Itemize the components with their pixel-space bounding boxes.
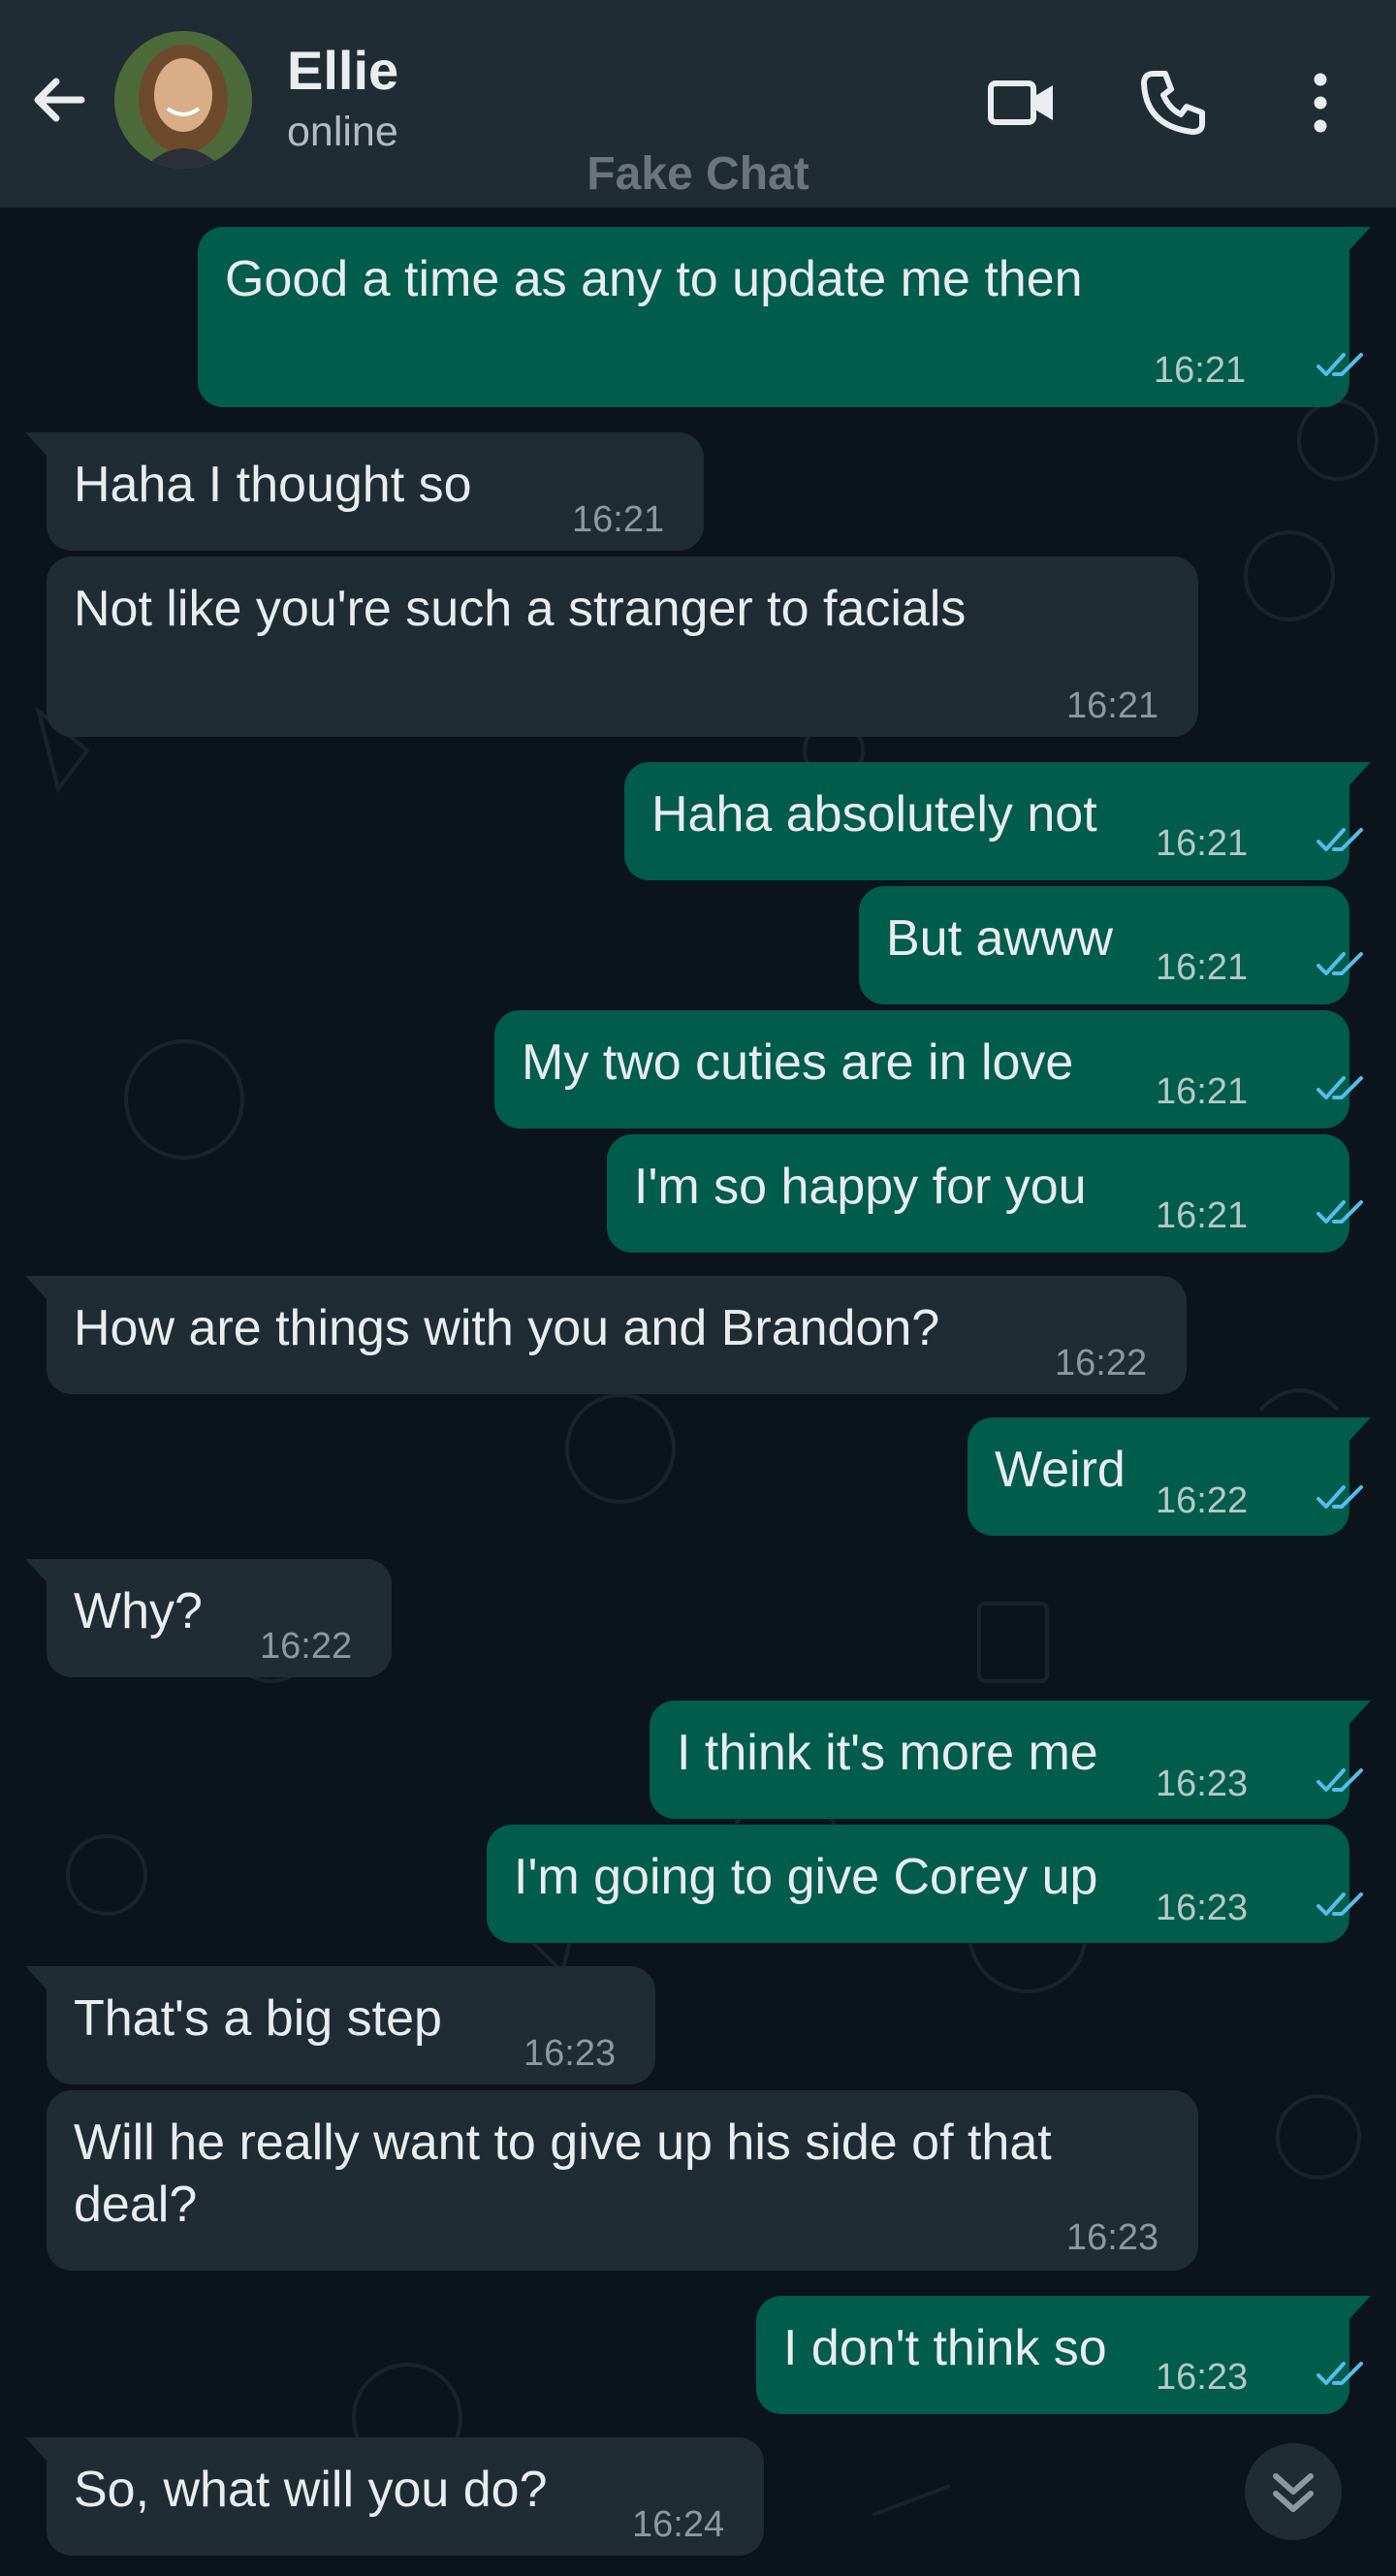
message-timestamp: 16:24	[632, 2504, 725, 2545]
outgoing-message-bubble[interactable]: I'm going to give Corey up 16:23	[487, 1825, 1363, 1943]
double-check-icon	[1317, 2362, 1363, 2385]
outgoing-message-bubble[interactable]: I think it's more me 16:23	[650, 1701, 1371, 1819]
outgoing-message-bubble[interactable]: Good a time as any to update me then 16:2…	[198, 227, 1371, 407]
message-text: Will he really want to give up his side …	[74, 2115, 1052, 2171]
outgoing-message-bubble[interactable]: But awww 16:21	[859, 886, 1363, 1004]
bubble-tail	[1348, 1701, 1371, 1726]
bubble-tail	[25, 432, 48, 458]
message-text: I'm going to give Corey up	[514, 1849, 1098, 1905]
message-timestamp: 16:21	[1154, 350, 1247, 391]
message-text: That's a big step	[74, 1990, 442, 2047]
message-text: deal?	[74, 2177, 198, 2233]
incoming-message-bubble[interactable]: How are things with you and Brandon? 16:2…	[25, 1276, 1187, 1394]
incoming-message-bubble[interactable]: Not like you're such a stranger to facia…	[47, 557, 1198, 737]
message-text: Haha I thought so	[74, 457, 472, 513]
contact-name[interactable]: Ellie	[287, 39, 398, 102]
message-timestamp: 16:21	[1156, 823, 1249, 864]
message-text: Good a time as any to update me then	[225, 251, 1083, 307]
message-timestamp: 16:21	[1156, 947, 1249, 988]
incoming-message-bubble[interactable]: That's a big step 16:23	[25, 1966, 655, 2084]
message-timestamp: 16:23	[1156, 2357, 1249, 2398]
incoming-message-bubble[interactable]: Haha I thought so 16:21	[25, 432, 704, 551]
message-timestamp: 16:21	[1156, 1195, 1249, 1236]
outgoing-message-bubble[interactable]: I don't think so 16:23	[756, 2296, 1371, 2414]
message-text: My two cuties are in love	[522, 1034, 1074, 1091]
message-text: But awww	[886, 910, 1114, 967]
bubble-tail	[25, 1966, 48, 1991]
bubble-tail	[1348, 1417, 1371, 1443]
message-timestamp: 16:21	[1066, 685, 1159, 726]
bubble-tail	[1348, 762, 1371, 787]
message-text: I think it's more me	[677, 1725, 1098, 1781]
bubble-tail	[25, 1559, 48, 1584]
message-timestamp: 16:23	[1066, 2217, 1159, 2258]
bubble-tail	[1348, 227, 1371, 252]
voice-call-icon[interactable]	[1134, 64, 1212, 142]
message-timestamp: 16:22	[260, 1626, 353, 1667]
double-check-icon	[1317, 1768, 1363, 1792]
double-check-icon	[1317, 952, 1363, 975]
message-text: I'm so happy for you	[634, 1159, 1087, 1215]
message-text: I don't think so	[783, 2320, 1107, 2376]
incoming-message-bubble[interactable]: Will he really want to give up his side …	[47, 2090, 1198, 2271]
bubble-tail	[25, 2437, 48, 2463]
bubble-tail	[25, 1276, 48, 1301]
message-timestamp: 16:22	[1156, 1480, 1249, 1521]
back-arrow-icon[interactable]	[25, 66, 93, 134]
message-text: Why?	[74, 1583, 203, 1639]
watermark-label: Fake Chat	[587, 148, 809, 200]
video-call-icon[interactable]	[983, 64, 1061, 142]
message-text: Not like you're such a stranger to facia…	[74, 581, 967, 637]
message-timestamp: 16:23	[1156, 1764, 1249, 1804]
double-check-icon	[1317, 1200, 1363, 1224]
outgoing-message-bubble[interactable]: My two cuties are in love 16:21	[494, 1010, 1363, 1129]
double-check-icon	[1317, 1076, 1363, 1099]
message-text: How are things with you and Brandon?	[74, 1300, 940, 1356]
message-text: Haha absolutely not	[651, 786, 1097, 843]
more-options-icon[interactable]	[1282, 64, 1359, 142]
message-timestamp: 16:21	[1156, 1071, 1249, 1112]
message-text: So, what will you do?	[74, 2462, 548, 2518]
double-chevron-down-icon	[1273, 2473, 1314, 2512]
message-timestamp: 16:23	[1156, 1888, 1249, 1928]
double-check-icon	[1317, 1892, 1363, 1916]
outgoing-message-bubble[interactable]: Weird 16:22	[968, 1417, 1371, 1536]
incoming-message-bubble[interactable]: So, what will you do? 16:24	[25, 2437, 764, 2556]
outgoing-message-bubble[interactable]: I'm so happy for you 16:21	[607, 1134, 1363, 1253]
message-timestamp: 16:23	[524, 2033, 617, 2074]
double-check-icon	[1317, 828, 1363, 851]
outgoing-message-bubble[interactable]: Haha absolutely not 16:21	[624, 762, 1371, 880]
message-text: Weird	[995, 1442, 1126, 1498]
double-check-icon	[1317, 1485, 1363, 1509]
double-check-icon	[1317, 353, 1363, 376]
message-timestamp: 16:21	[572, 499, 665, 540]
scroll-to-bottom-button[interactable]	[1245, 2443, 1342, 2540]
incoming-message-bubble[interactable]: Why? 16:22	[25, 1559, 392, 1677]
message-timestamp: 16:22	[1055, 1343, 1148, 1383]
bubble-tail	[1348, 2296, 1371, 2321]
